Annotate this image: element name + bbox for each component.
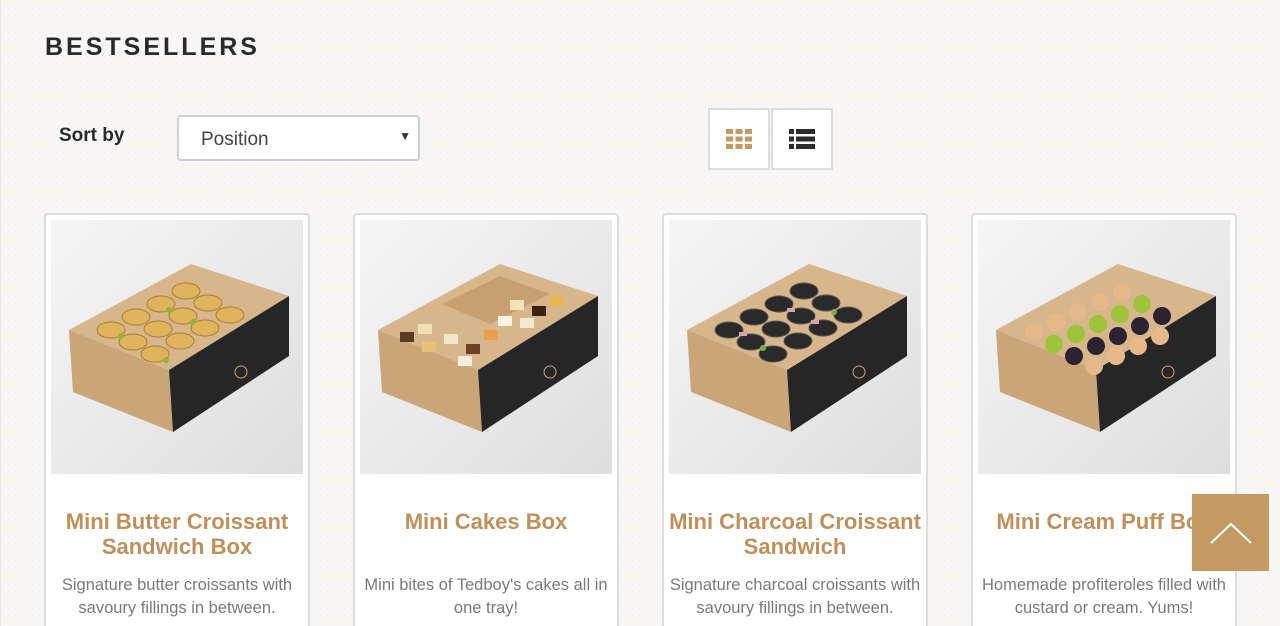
scroll-to-top-button[interactable] [1192,494,1269,571]
product-name[interactable]: Mini Charcoal Croissant Sandwich [668,509,922,559]
product-name[interactable]: Mini Butter Croissant Sandwich Box [50,509,304,559]
sort-select[interactable]: Position ▼ [177,115,420,161]
product-image[interactable] [51,220,303,474]
product-name[interactable]: Mini Cakes Box [359,509,613,534]
sort-select-value: Position [201,129,269,150]
list-view-icon [789,129,815,149]
product-image[interactable] [978,220,1230,474]
chevron-down-icon: ▼ [399,129,411,143]
chevron-up-icon [1209,522,1252,544]
product-card[interactable]: Mini Butter Croissant Sandwich Box Signa… [44,213,310,626]
product-description: Signature butter croissants with savoury… [61,576,293,617]
sort-by-label: Sort by [59,125,125,146]
page-title: BESTSELLERS [45,33,260,61]
list-view-button[interactable] [771,108,833,170]
grid-view-icon [726,129,752,149]
product-card[interactable]: Mini Cakes Box Mini bites of Tedboy's ca… [353,213,619,626]
product-description: Signature charcoal croissants with savou… [669,576,921,617]
grid-view-button[interactable] [708,108,770,170]
product-description: Homemade profiteroles filled with custar… [982,576,1226,617]
product-image[interactable] [669,220,921,474]
product-image[interactable] [360,220,612,474]
product-description: Mini bites of Tedboy's cakes all in one … [364,576,608,617]
product-card[interactable]: Mini Charcoal Croissant Sandwich Signatu… [662,213,928,626]
